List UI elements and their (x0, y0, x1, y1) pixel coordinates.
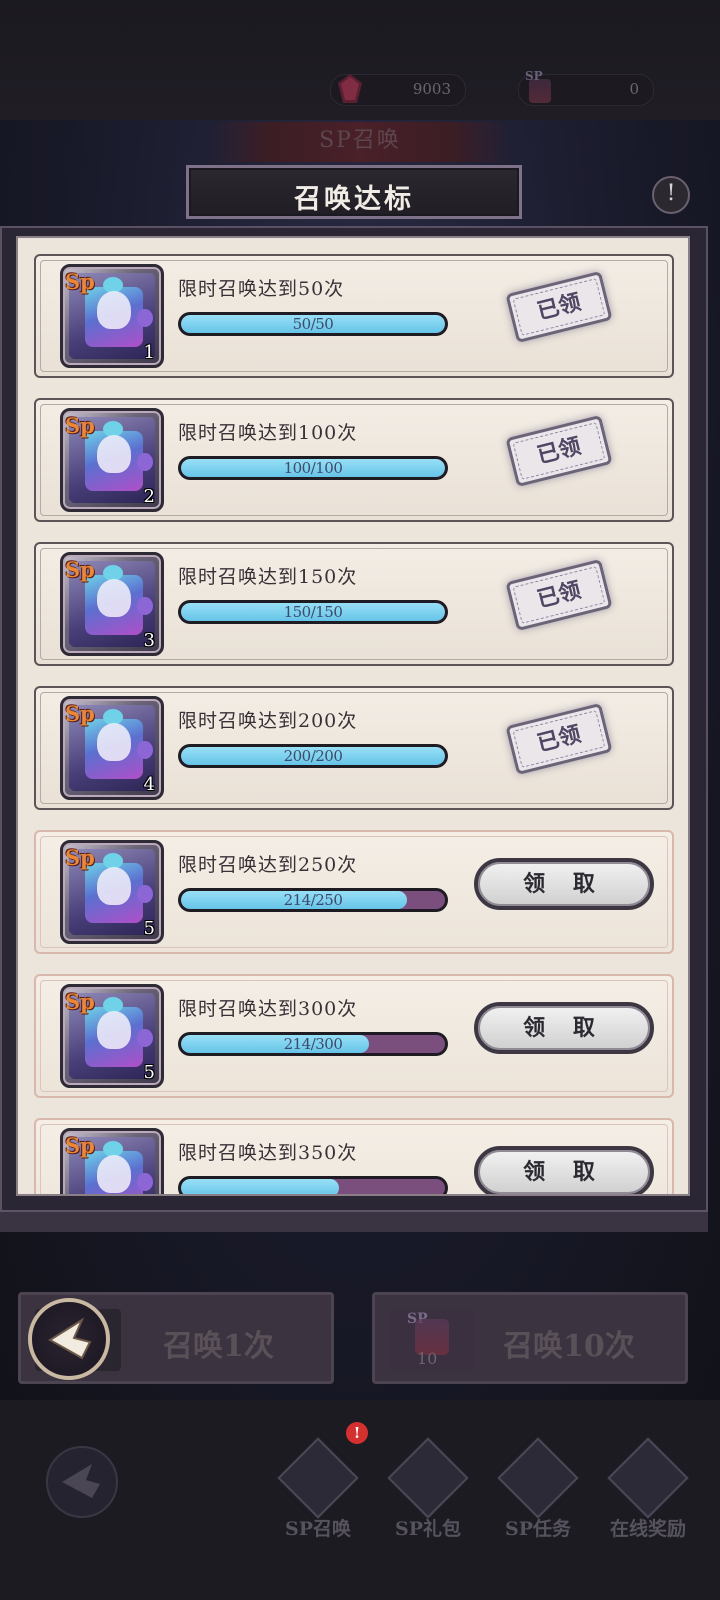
panel-header: 召唤达标 (186, 165, 522, 219)
progress-bar: 150/150 (178, 600, 448, 624)
gem-count: 9003 (412, 80, 451, 98)
reward-quantity: 4 (143, 774, 155, 795)
summon-ten-token-count: 10 (417, 1349, 438, 1368)
sp-tag: Sp (65, 269, 95, 294)
progress-text: 150/150 (283, 603, 343, 621)
reward-quantity: 5 (143, 1062, 155, 1083)
summon-ten-button[interactable]: SP 10 召唤10次 (372, 1292, 688, 1384)
claim-button[interactable]: 领 取 (474, 1002, 654, 1054)
sp-puzzle-reward-icon[interactable]: Sp 4 (60, 696, 164, 800)
sp-gift-icon (387, 1437, 469, 1519)
sp-puzzle-reward-icon[interactable]: Sp 3 (60, 552, 164, 656)
reward-row: Sp 1 限时召唤达到50次 50/50 已领 (26, 252, 682, 380)
reward-quantity: 3 (143, 630, 155, 651)
reward-quantity: 5 (143, 918, 155, 939)
progress-fill (181, 1179, 340, 1194)
progress-bar (178, 1176, 448, 1194)
sp-tag: Sp (65, 701, 95, 726)
progress-bar: 50/50 (178, 312, 448, 336)
reward-condition: 限时召唤达到100次 (178, 422, 358, 444)
nav-sp-summon-label: SP召唤 (284, 1518, 351, 1540)
reward-row: Sp 3 限时召唤达到150次 150/150 已领 (26, 540, 682, 668)
reward-row: Sp 5 限时召唤达到250次 214/250 领 取 (26, 828, 682, 956)
sp-puzzle-reward-icon[interactable]: Sp (60, 1128, 164, 1194)
sp-tag: Sp (65, 413, 95, 438)
back-arrow-icon (62, 1464, 100, 1498)
summon-ten-label: 召唤10次 (503, 1329, 635, 1364)
sp-currency[interactable]: SP 0 (518, 69, 654, 106)
reward-quantity: 2 (143, 486, 155, 507)
sp-ticket-icon: SP 10 (389, 1309, 475, 1371)
reward-list[interactable]: Sp 1 限时召唤达到50次 50/50 已领 Sp 2 限时召唤达到100次 … (16, 236, 690, 1196)
progress-text: 200/200 (283, 747, 343, 765)
reward-condition: 限时召唤达到300次 (178, 998, 358, 1020)
progress-text: 100/100 (283, 459, 343, 477)
reward-condition: 限时召唤达到50次 (178, 278, 345, 300)
sp-ticket-icon: SP (521, 69, 557, 105)
nav-sp-gift[interactable]: SP礼包 (378, 1437, 478, 1568)
sp-puzzle-reward-icon[interactable]: Sp 5 (60, 984, 164, 1088)
panel-back-button[interactable] (28, 1298, 110, 1380)
reward-row: Sp 2 限时召唤达到100次 100/100 已领 (26, 396, 682, 524)
progress-bar: 100/100 (178, 456, 448, 480)
sp-tag: Sp (65, 845, 95, 870)
sp-puzzle-reward-icon[interactable]: Sp 1 (60, 264, 164, 368)
claim-button[interactable]: 领 取 (474, 858, 654, 910)
nav-sp-summon[interactable]: SP召唤 (268, 1437, 368, 1568)
scene-title: SP召唤 (319, 128, 401, 153)
progress-text: 214/250 (283, 891, 343, 909)
progress-bar: 200/200 (178, 744, 448, 768)
reward-row: Sp 4 限时召唤达到200次 200/200 已领 (26, 684, 682, 812)
nav-back-button[interactable] (46, 1446, 118, 1518)
sp-tag: Sp (65, 1133, 95, 1158)
sp-tag: Sp (65, 557, 95, 582)
progress-bar: 214/300 (178, 1032, 448, 1056)
reward-quantity: 1 (143, 342, 155, 363)
nav-online-reward[interactable]: 在线奖励 (598, 1437, 698, 1568)
sp-tag: Sp (65, 989, 95, 1014)
reward-condition: 限时召唤达到250次 (178, 854, 358, 876)
sp-task-icon (497, 1437, 579, 1519)
online-reward-icon (607, 1437, 689, 1519)
alert-badge: ! (346, 1422, 368, 1444)
gem-icon (338, 74, 362, 103)
claim-button[interactable]: 领 取 (474, 1146, 654, 1194)
reward-condition: 限时召唤达到150次 (178, 566, 358, 588)
sp-puzzle-reward-icon[interactable]: Sp 2 (60, 408, 164, 512)
sp-summon-icon (277, 1437, 359, 1519)
panel-bottom-rail (0, 1210, 708, 1232)
nav-sp-task[interactable]: SP任务 (488, 1437, 588, 1568)
reward-condition: 限时召唤达到350次 (178, 1142, 358, 1164)
nav-sp-gift-label: SP礼包 (394, 1518, 461, 1540)
nav-sp-task-label: SP任务 (504, 1518, 571, 1540)
progress-text: 50/50 (292, 315, 334, 333)
reward-row: Sp 5 限时召唤达到300次 214/300 领 取 (26, 972, 682, 1100)
reward-row: Sp 限时召唤达到350次 领 取 (26, 1116, 682, 1194)
reward-condition: 限时召唤达到200次 (178, 710, 358, 732)
back-arrow-icon (48, 1317, 92, 1360)
gem-currency[interactable]: 9003 (330, 74, 466, 106)
summon-one-label: 召唤1次 (163, 1329, 274, 1364)
nav-online-reward-label: 在线奖励 (609, 1518, 686, 1540)
sp-count: 0 (629, 80, 639, 98)
progress-bar: 214/250 (178, 888, 448, 912)
sp-puzzle-reward-icon[interactable]: Sp 5 (60, 840, 164, 944)
info-icon: ! (666, 181, 676, 206)
progress-text: 214/300 (283, 1035, 343, 1053)
panel-title: 召唤达标 (294, 184, 414, 215)
info-button[interactable]: ! (652, 176, 690, 214)
